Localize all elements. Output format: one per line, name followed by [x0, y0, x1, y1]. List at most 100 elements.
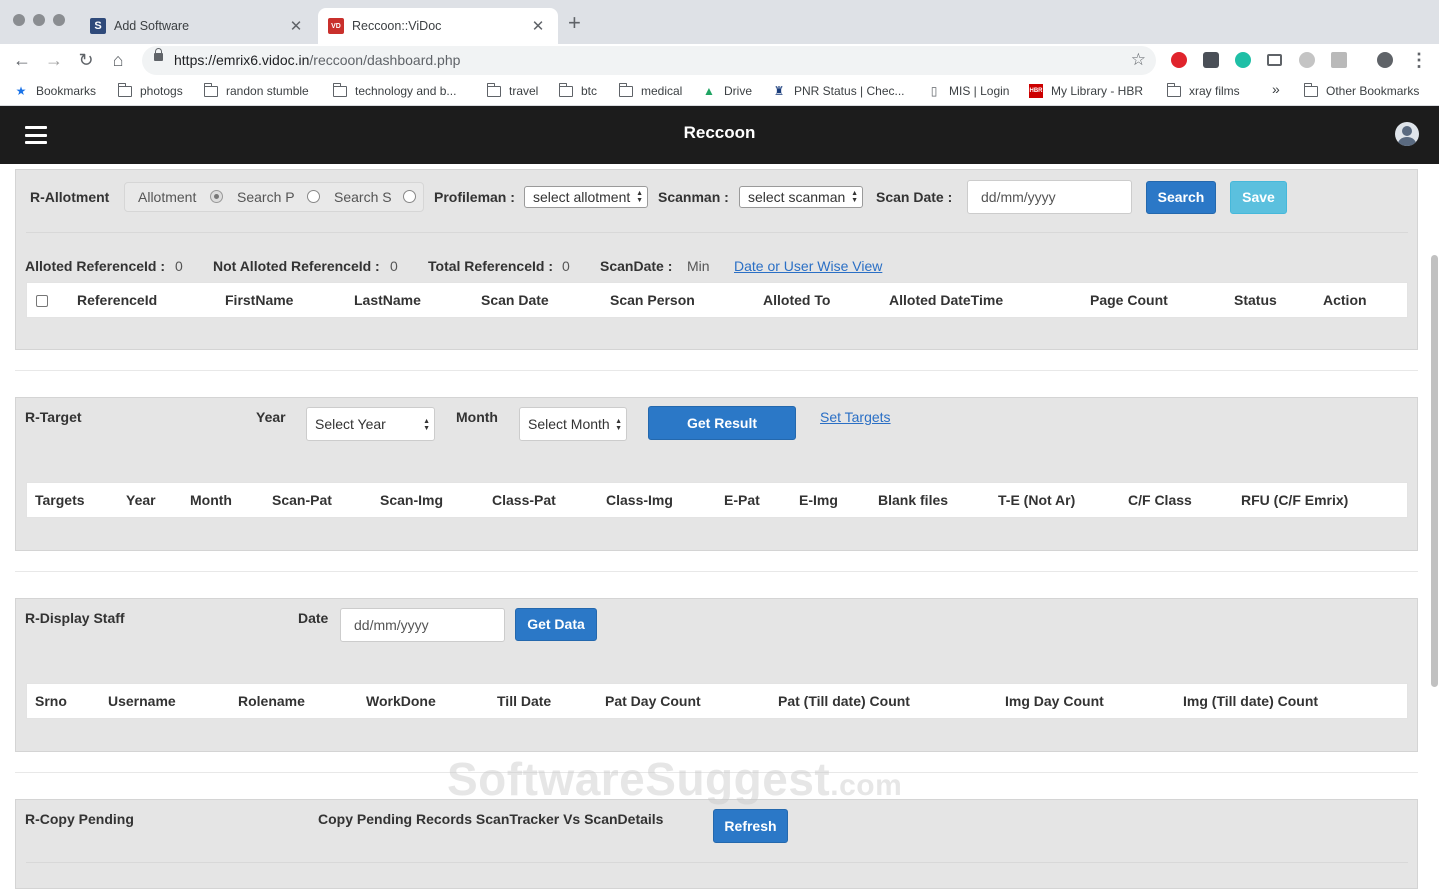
bookmark-folder[interactable]: technology and b... — [332, 82, 456, 98]
tab-close-icon[interactable]: ✕ — [286, 17, 306, 35]
column-header[interactable]: Img Day Count — [1005, 693, 1104, 709]
column-header[interactable]: RFU (C/F Emrix) — [1241, 492, 1348, 508]
not-alloted-refid-value: 0 — [390, 258, 398, 274]
user-avatar-icon[interactable] — [1395, 122, 1419, 146]
g-extension-icon[interactable] — [1331, 52, 1347, 68]
page-scrollbar[interactable] — [1431, 255, 1438, 687]
menu-kebab-icon[interactable]: ⋮ — [1408, 49, 1430, 71]
set-targets-link[interactable]: Set Targets — [820, 409, 891, 425]
address-bar[interactable]: https://emrix6.vidoc.in/reccoon/dashboar… — [142, 46, 1156, 75]
column-header[interactable]: FirstName — [225, 292, 293, 308]
column-header[interactable]: Page Count — [1090, 292, 1168, 308]
profileman-select-value: select allotment — [533, 189, 631, 205]
bookmark-folder[interactable]: btc — [558, 82, 597, 98]
cast-icon[interactable] — [1267, 54, 1282, 66]
scanman-select[interactable]: select scanman ▲ ▼ — [739, 186, 863, 208]
select-arrows-icon: ▲ ▼ — [851, 190, 858, 204]
bookmark-item[interactable]: ▯ MIS | Login — [927, 84, 1010, 98]
folder-icon — [332, 82, 347, 97]
select-all-checkbox[interactable] — [36, 295, 48, 307]
column-header[interactable]: Targets — [35, 492, 85, 508]
opera-extension-icon[interactable] — [1171, 52, 1187, 68]
tab-add-software[interactable]: S Add Software ✕ — [80, 8, 316, 44]
column-header[interactable]: WorkDone — [366, 693, 436, 709]
forward-icon[interactable]: → — [43, 49, 65, 71]
date-or-user-wise-view-link[interactable]: Date or User Wise View — [734, 258, 882, 274]
pocket-extension-icon[interactable] — [1203, 52, 1219, 68]
column-header[interactable]: Class-Img — [606, 492, 673, 508]
bookmark-folder[interactable]: randon stumble — [203, 82, 309, 98]
column-header[interactable]: Pat Day Count — [605, 693, 701, 709]
close-window-dot[interactable] — [13, 14, 25, 26]
home-icon[interactable]: ⌂ — [107, 49, 129, 71]
staff-date-placeholder: dd/mm/yyyy — [354, 617, 429, 633]
bookmark-folder[interactable]: xray films — [1166, 82, 1240, 98]
m-extension-icon[interactable] — [1235, 52, 1251, 68]
reload-icon[interactable]: ↻ — [75, 49, 97, 71]
column-header[interactable]: Srno — [35, 693, 67, 709]
column-header[interactable]: Scan-Img — [380, 492, 443, 508]
radio-search-s[interactable] — [403, 190, 416, 203]
radio-allotment[interactable] — [210, 190, 223, 203]
bookmark-folder[interactable]: travel — [486, 82, 538, 98]
column-header[interactable]: E-Img — [799, 492, 838, 508]
tab-title: Reccoon::ViDoc — [352, 19, 442, 33]
tab-close-icon[interactable]: ✕ — [528, 17, 548, 35]
column-header[interactable]: Till Date — [497, 693, 551, 709]
bookmark-folder[interactable]: medical — [618, 82, 682, 98]
app-header: Reccoon — [0, 106, 1439, 164]
bookmark-star-icon[interactable]: ☆ — [1131, 50, 1146, 70]
column-header[interactable]: Action — [1323, 292, 1367, 308]
copy-pending-panel: R-Copy Pending Copy Pending Records Scan… — [15, 799, 1418, 889]
search-button[interactable]: Search — [1146, 181, 1216, 214]
column-header[interactable]: Img (Till date) Count — [1183, 693, 1318, 709]
column-header[interactable]: C/F Class — [1128, 492, 1192, 508]
alloted-refid-label: Alloted ReferenceId : — [25, 258, 166, 274]
column-header[interactable]: Month — [190, 492, 232, 508]
column-header[interactable]: Username — [108, 693, 176, 709]
column-header[interactable]: LastName — [354, 292, 421, 308]
column-header[interactable]: Scan Date — [481, 292, 549, 308]
column-header[interactable]: Pat (Till date) Count — [778, 693, 910, 709]
scan-date-input[interactable]: dd/mm/yyyy — [967, 180, 1132, 214]
get-result-button[interactable]: Get Result — [648, 406, 796, 440]
year-select[interactable]: Select Year ▲ ▼ — [306, 407, 435, 441]
bookmark-item[interactable]: HBR My Library - HBR — [1029, 84, 1143, 98]
more-bookmarks-chevron[interactable]: » — [1272, 81, 1280, 97]
bookmark-folder[interactable]: Other Bookmarks — [1303, 82, 1419, 98]
bookmark-item[interactable]: ★ Bookmarks — [14, 84, 96, 98]
bookmark-item[interactable]: ♜ PNR Status | Chec... — [772, 84, 905, 98]
folder-icon — [558, 82, 573, 97]
column-header[interactable]: ReferenceId — [77, 292, 157, 308]
column-header[interactable]: Alloted DateTime — [889, 292, 1003, 308]
radio-search-p[interactable] — [307, 190, 320, 203]
column-header[interactable]: E-Pat — [724, 492, 760, 508]
column-header[interactable]: Status — [1234, 292, 1277, 308]
bookmark-label: xray films — [1189, 84, 1240, 98]
column-header[interactable]: Rolename — [238, 693, 305, 709]
month-select[interactable]: Select Month ▲ ▼ — [519, 407, 627, 441]
back-icon[interactable]: ← — [11, 49, 33, 71]
staff-date-input[interactable]: dd/mm/yyyy — [340, 608, 505, 642]
refresh-button[interactable]: Refresh — [713, 809, 788, 843]
new-tab-icon[interactable]: + — [568, 12, 581, 34]
column-header[interactable]: Year — [126, 492, 156, 508]
profileman-select[interactable]: select allotment ▲ ▼ — [524, 186, 648, 208]
maximize-window-dot[interactable] — [53, 14, 65, 26]
column-header[interactable]: Scan Person — [610, 292, 695, 308]
folder-icon — [203, 82, 218, 97]
column-header[interactable]: Alloted To — [763, 292, 830, 308]
bookmark-item[interactable]: ▲ Drive — [702, 84, 752, 98]
tab-reccoon-vidoc[interactable]: VD Reccoon::ViDoc ✕ — [318, 8, 558, 44]
grey-extension-icon[interactable] — [1299, 52, 1315, 68]
minimize-window-dot[interactable] — [33, 14, 45, 26]
allotment-panel: R-Allotment Allotment Search P Search S … — [15, 169, 1418, 350]
save-button[interactable]: Save — [1230, 181, 1287, 214]
column-header[interactable]: Blank files — [878, 492, 948, 508]
column-header[interactable]: Scan-Pat — [272, 492, 332, 508]
profile-icon[interactable] — [1377, 52, 1393, 68]
column-header[interactable]: T-E (Not Ar) — [998, 492, 1075, 508]
get-data-button[interactable]: Get Data — [515, 608, 597, 641]
column-header[interactable]: Class-Pat — [492, 492, 556, 508]
bookmark-folder[interactable]: photogs — [117, 82, 183, 98]
